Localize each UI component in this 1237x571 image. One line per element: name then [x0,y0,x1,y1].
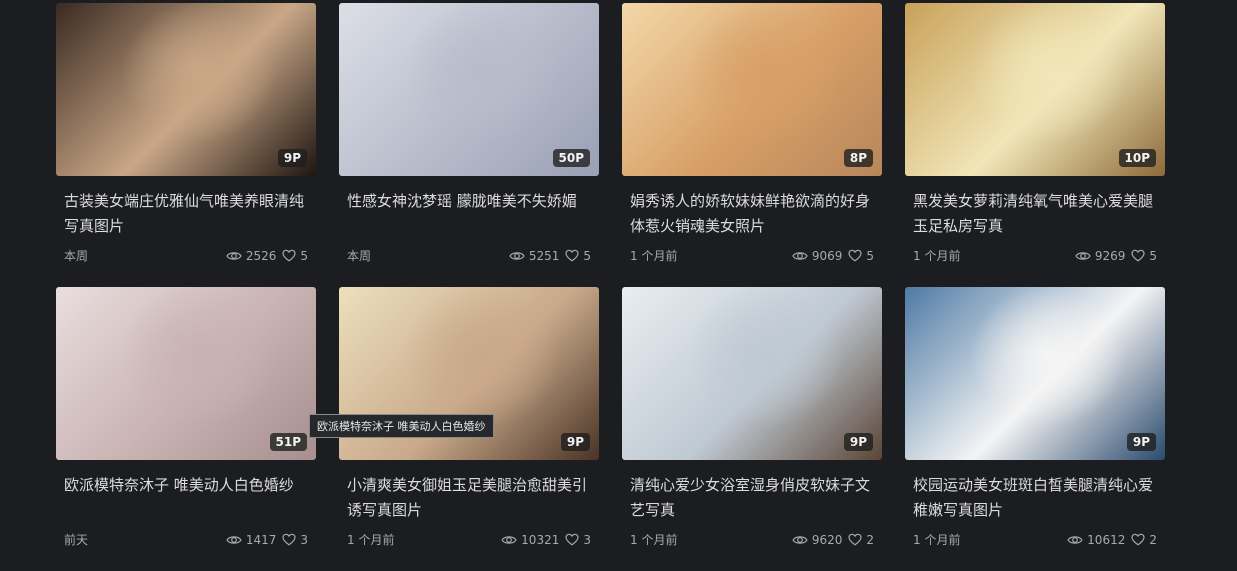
eye-icon [226,250,242,262]
photo-count-badge: 50P [552,149,590,167]
like-count: 2 [1149,532,1157,547]
photo-count-badge: 8P [843,149,873,167]
like-count: 5 [300,248,308,263]
eye-icon [501,534,517,546]
view-count: 10612 [1087,532,1126,547]
post-stats: 2526 5 [226,249,308,263]
view-count: 2526 [245,248,277,263]
post-meta: 1 个月前 9269 5 [913,247,1157,264]
post-card[interactable]: 51P 欧派模特奈沐子 唯美动人白色婚纱 前天 1417 3 [56,287,316,571]
post-meta: 1 个月前 10612 2 [913,531,1157,548]
heart-icon[interactable] [848,249,862,262]
like-count: 3 [300,532,308,547]
eye-icon [792,250,808,262]
post-card[interactable]: 8P 娟秀诱人的娇软妹妹鲜艳欲滴的好身体惹火销魂美女照片 1 个月前 9069 [622,3,882,287]
post-meta: 前天 1417 3 [64,531,308,548]
heart-icon[interactable] [565,249,579,262]
view-count: 1417 [245,532,277,547]
thumbnail-image [56,3,316,176]
post-meta: 1 个月前 9069 5 [630,247,874,264]
eye-icon [792,534,808,546]
heart-icon[interactable] [848,533,862,546]
post-meta: 本周 5251 5 [347,247,591,264]
thumbnail-image [905,287,1165,460]
post-card[interactable]: 9P 校园运动美女班斑白皙美腿清纯心爱稚嫩写真图片 1 个月前 10612 2 [905,287,1165,571]
post-stats: 9620 2 [792,533,874,547]
post-thumbnail[interactable]: 50P [339,3,599,176]
heart-icon[interactable] [1131,533,1145,546]
post-date: 1 个月前 [913,533,961,547]
photo-count-badge: 10P [1118,149,1156,167]
view-count: 9069 [811,248,843,263]
like-count: 3 [583,532,591,547]
like-count: 5 [866,248,874,263]
post-stats: 10321 3 [501,533,591,547]
post-card[interactable]: 50P 性感女神沈梦瑶 朦胧唯美不失娇媚 本周 5251 5 [339,3,599,287]
post-title[interactable]: 小清爽美女御姐玉足美腿治愈甜美引诱写真图片 [347,473,591,523]
post-title[interactable]: 欧派模特奈沐子 唯美动人白色婚纱 [64,473,308,523]
post-title[interactable]: 娟秀诱人的娇软妹妹鲜艳欲滴的好身体惹火销魂美女照片 [630,189,874,239]
view-count: 5251 [528,248,560,263]
heart-icon[interactable] [282,533,296,546]
view-count: 9269 [1094,248,1126,263]
post-card[interactable]: 9P 古装美女端庄优雅仙气唯美养眼清纯写真图片 本周 2526 5 [56,3,316,287]
post-thumbnail[interactable]: 8P [622,3,882,176]
post-date: 1 个月前 [630,533,678,547]
eye-icon [1075,250,1091,262]
post-title[interactable]: 校园运动美女班斑白皙美腿清纯心爱稚嫩写真图片 [913,473,1157,523]
post-thumbnail[interactable]: 9P [622,287,882,460]
view-count: 9620 [811,532,843,547]
post-title[interactable]: 清纯心爱少女浴室湿身俏皮软妹子文艺写真 [630,473,874,523]
post-title[interactable]: 古装美女端庄优雅仙气唯美养眼清纯写真图片 [64,189,308,239]
photo-count-badge: 9P [843,433,873,451]
post-card[interactable]: 9P 清纯心爱少女浴室湿身俏皮软妹子文艺写真 1 个月前 9620 2 [622,287,882,571]
title-tooltip: 欧派模特奈沐子 唯美动人白色婚纱 [309,414,494,438]
post-stats: 9269 5 [1075,249,1157,263]
eye-icon [226,534,242,546]
post-date: 1 个月前 [630,249,678,263]
post-date: 本周 [347,249,372,263]
thumbnail-image [622,3,882,176]
post-title[interactable]: 性感女神沈梦瑶 朦胧唯美不失娇媚 [347,189,591,239]
eye-icon [1067,534,1083,546]
post-date: 1 个月前 [913,249,961,263]
post-title[interactable]: 黑发美女萝莉清纯氧气唯美心爱美腿玉足私房写真 [913,189,1157,239]
post-stats: 9069 5 [792,249,874,263]
like-count: 2 [866,532,874,547]
like-count: 5 [583,248,591,263]
view-count: 10321 [521,532,560,547]
photo-count-badge: 9P [560,433,590,451]
post-stats: 10612 2 [1067,533,1157,547]
post-card[interactable]: 10P 黑发美女萝莉清纯氧气唯美心爱美腿玉足私房写真 1 个月前 9269 5 [905,3,1165,287]
photo-count-badge: 51P [269,433,307,451]
like-count: 5 [1149,248,1157,263]
post-thumbnail[interactable]: 9P [56,3,316,176]
post-meta: 1 个月前 9620 2 [630,531,874,548]
post-thumbnail[interactable]: 9P [905,287,1165,460]
post-meta: 本周 2526 5 [64,247,308,264]
heart-icon[interactable] [565,533,579,546]
photo-count-badge: 9P [277,149,307,167]
post-stats: 5251 5 [509,249,591,263]
post-thumbnail[interactable]: 51P [56,287,316,460]
photo-count-badge: 9P [1126,433,1156,451]
post-thumbnail[interactable]: 10P [905,3,1165,176]
thumbnail-image [622,287,882,460]
post-meta: 1 个月前 10321 3 [347,531,591,548]
post-stats: 1417 3 [226,533,308,547]
heart-icon[interactable] [1131,249,1145,262]
post-date: 本周 [64,249,89,263]
post-date: 1 个月前 [347,533,395,547]
eye-icon [509,250,525,262]
heart-icon[interactable] [282,249,296,262]
post-date: 前天 [64,533,89,547]
post-grid: 9P 古装美女端庄优雅仙气唯美养眼清纯写真图片 本周 2526 5 50P 性感… [56,3,1165,571]
